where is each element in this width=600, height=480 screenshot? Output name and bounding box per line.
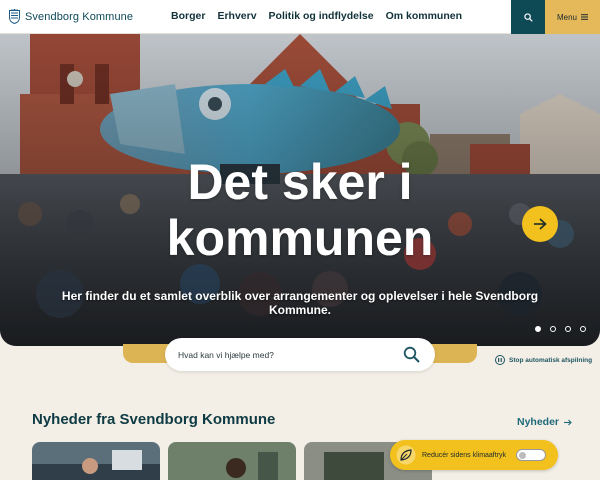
nav-item-politik[interactable]: Politik og indflydelse — [269, 10, 374, 22]
hero-title-line2: kommunen — [166, 210, 434, 266]
menu-button[interactable]: Menu — [545, 0, 600, 34]
nav-item-borger[interactable]: Borger — [171, 10, 205, 22]
news-heading: Nyheder fra Svendborg Kommune — [32, 411, 276, 428]
news-card-image — [168, 442, 296, 480]
climate-label: Reducér sidens klimaaftryk — [422, 451, 507, 459]
hamburger-icon — [581, 14, 588, 20]
header-search-button[interactable] — [511, 0, 545, 34]
news-card-2[interactable] — [168, 442, 296, 480]
main-navigation: Borger Erhverv Politik og indflydelse Om… — [171, 10, 474, 22]
news-card-1[interactable] — [32, 442, 160, 480]
news-link[interactable]: Nyheder — [517, 416, 572, 428]
crest-icon — [9, 9, 20, 24]
nav-item-om-kommunen[interactable]: Om kommunen — [386, 10, 462, 22]
search-icon[interactable] — [403, 346, 421, 364]
stop-autoplay-label: Stop automatisk afspilning — [509, 356, 593, 364]
carousel-dots — [535, 326, 586, 332]
pause-icon — [495, 355, 505, 365]
carousel-dot-3[interactable] — [565, 326, 571, 332]
logo-text: Svendborg Kommune — [25, 10, 134, 23]
switch-knob — [519, 452, 526, 459]
hero-carousel: Det sker i kommunen Her finder du et sam… — [0, 34, 600, 346]
climate-toggle[interactable]: Reducér sidens klimaaftryk — [390, 440, 558, 470]
hero-title-line1: Det sker i — [187, 154, 413, 210]
carousel-dot-2[interactable] — [550, 326, 556, 332]
carousel-dot-1[interactable] — [535, 326, 541, 332]
news-card-image — [32, 442, 160, 480]
site-header: Svendborg Kommune Borger Erhverv Politik… — [0, 0, 600, 34]
carousel-dot-4[interactable] — [580, 326, 586, 332]
search-icon — [523, 12, 533, 22]
leaf-icon — [396, 445, 416, 465]
nav-item-erhverv[interactable]: Erhverv — [217, 10, 256, 22]
climate-switch[interactable] — [516, 449, 546, 461]
arrow-right-icon — [534, 218, 547, 230]
arrow-right-icon — [564, 419, 572, 425]
search-bar — [165, 338, 435, 371]
hero-next-button[interactable] — [522, 206, 558, 242]
search-input[interactable] — [178, 349, 388, 360]
hero-title: Det sker i kommunen — [0, 154, 560, 266]
news-link-label: Nyheder — [517, 416, 560, 428]
menu-label: Menu — [556, 12, 577, 22]
stop-autoplay-button[interactable]: Stop automatisk afspilning — [495, 355, 592, 365]
hero-subtitle: Her finder du et samlet overblik over ar… — [61, 289, 539, 317]
site-logo[interactable]: Svendborg Kommune — [9, 9, 133, 24]
